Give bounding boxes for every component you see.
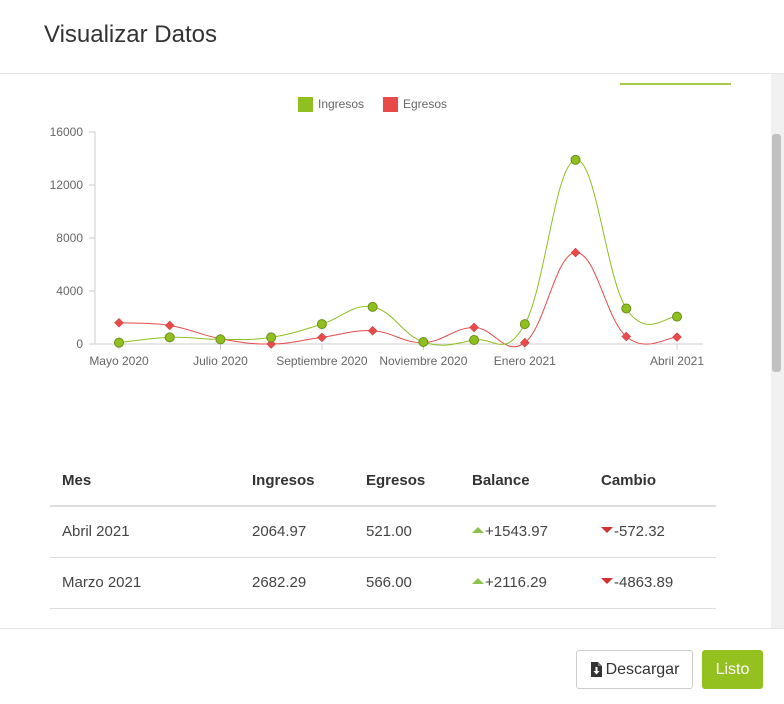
chart-legend: Ingresos Egresos [298, 97, 447, 112]
data-point-egresos [672, 332, 682, 342]
line-chart: Ingresos Egresos 0 4000 8000 12000 16000 Mayo… [50, 97, 704, 368]
balance-value: +2116.29 [485, 574, 547, 591]
data-point-egresos [570, 247, 581, 258]
y-tick-label: 4000 [56, 284, 83, 298]
header-balance[interactable]: Balance [460, 456, 589, 507]
y-axis: 0 4000 8000 12000 16000 [50, 125, 96, 351]
modal-header: Visualizar Datos [0, 0, 784, 74]
cell-balance: +1543.97 [460, 506, 589, 558]
series-line-egresos [118, 252, 678, 348]
cell-egresos: 521.00 [354, 506, 460, 558]
x-tick-label: Septiembre 2020 [276, 354, 368, 368]
cell-ingresos: 2064.97 [240, 506, 354, 558]
chart-series [114, 154, 682, 349]
data-table: Mes Ingresos Egresos Balance Cambio Abri… [50, 456, 716, 609]
trend-down-icon [601, 578, 613, 585]
header-ingresos[interactable]: Ingresos [240, 456, 354, 507]
x-tick-label: Enero 2021 [494, 354, 556, 368]
cell-egresos: 566.00 [354, 557, 460, 609]
modal-footer: Descargar Listo [0, 628, 784, 704]
x-tick-label: Julio 2020 [193, 354, 248, 368]
data-point-ingresos [418, 337, 429, 348]
y-tick-label: 12000 [50, 178, 84, 192]
series-line-ingresos [118, 159, 678, 346]
data-point-egresos [367, 325, 378, 336]
x-tick-label: Mayo 2020 [89, 354, 149, 368]
legend-swatch [298, 97, 313, 112]
cell-cambio: -4863.89 [589, 557, 716, 609]
header-mes[interactable]: Mes [50, 456, 240, 507]
cambio-value: -572.32 [614, 523, 665, 541]
data-point-ingresos [164, 332, 175, 343]
data-point-egresos [469, 322, 479, 333]
y-tick-label: 16000 [50, 125, 84, 139]
x-tick-label: Abril 2021 [650, 354, 704, 368]
table-row: Abril 2021 2064.97 521.00 +1543.97 -572.… [50, 506, 716, 558]
x-tick-label: Noviembre 2020 [379, 354, 467, 368]
data-point-ingresos [215, 334, 226, 345]
table-header-row: Mes Ingresos Egresos Balance Cambio [50, 456, 716, 507]
trend-down-icon [601, 527, 613, 534]
table-row: Marzo 2021 2682.29 566.00 +2116.29 -4863… [50, 557, 716, 609]
data-point-ingresos [469, 335, 480, 346]
x-axis: Mayo 2020 Julio 2020 Septiembre 2020 Noviem… [89, 343, 704, 368]
data-point-ingresos [316, 319, 327, 330]
modal-title: Visualizar Datos [44, 21, 217, 48]
legend-label: Ingresos [318, 97, 364, 111]
data-point-ingresos [519, 319, 530, 330]
y-tick-label: 0 [76, 337, 83, 351]
cell-cambio: -572.32 [589, 506, 716, 558]
download-button[interactable]: Descargar [576, 650, 693, 689]
trend-up-icon [472, 578, 484, 585]
data-point-ingresos [266, 332, 277, 343]
y-tick-label: 8000 [56, 231, 83, 245]
data-point-egresos [164, 320, 175, 331]
cell-ingresos: 2682.29 [240, 557, 354, 609]
cell-mes: Abril 2021 [50, 506, 240, 558]
download-label: Descargar [605, 660, 680, 678]
modal-body: Ingresos Egresos 0 4000 8000 12000 16000 Mayo… [0, 74, 771, 628]
data-point-egresos [114, 317, 124, 328]
cambio-value: -4863.89 [614, 574, 674, 591]
header-egresos[interactable]: Egresos [354, 456, 460, 507]
data-point-ingresos [621, 303, 632, 314]
balance-value: +1543.97 [485, 523, 548, 541]
file-download-icon [590, 662, 602, 677]
data-point-ingresos [672, 311, 682, 322]
legend-swatch [383, 97, 398, 112]
data-point-ingresos [367, 301, 378, 312]
legend-label: Egresos [403, 97, 447, 111]
cell-balance: +2116.29 [460, 557, 589, 609]
done-button[interactable]: Listo [702, 650, 763, 689]
cell-mes: Marzo 2021 [50, 557, 240, 609]
scrollbar-thumb[interactable] [772, 134, 781, 372]
data-point-ingresos [114, 337, 124, 348]
trend-up-icon [472, 527, 484, 534]
header-cambio[interactable]: Cambio [589, 456, 716, 507]
data-point-ingresos [570, 154, 581, 165]
data-point-egresos [317, 332, 327, 343]
